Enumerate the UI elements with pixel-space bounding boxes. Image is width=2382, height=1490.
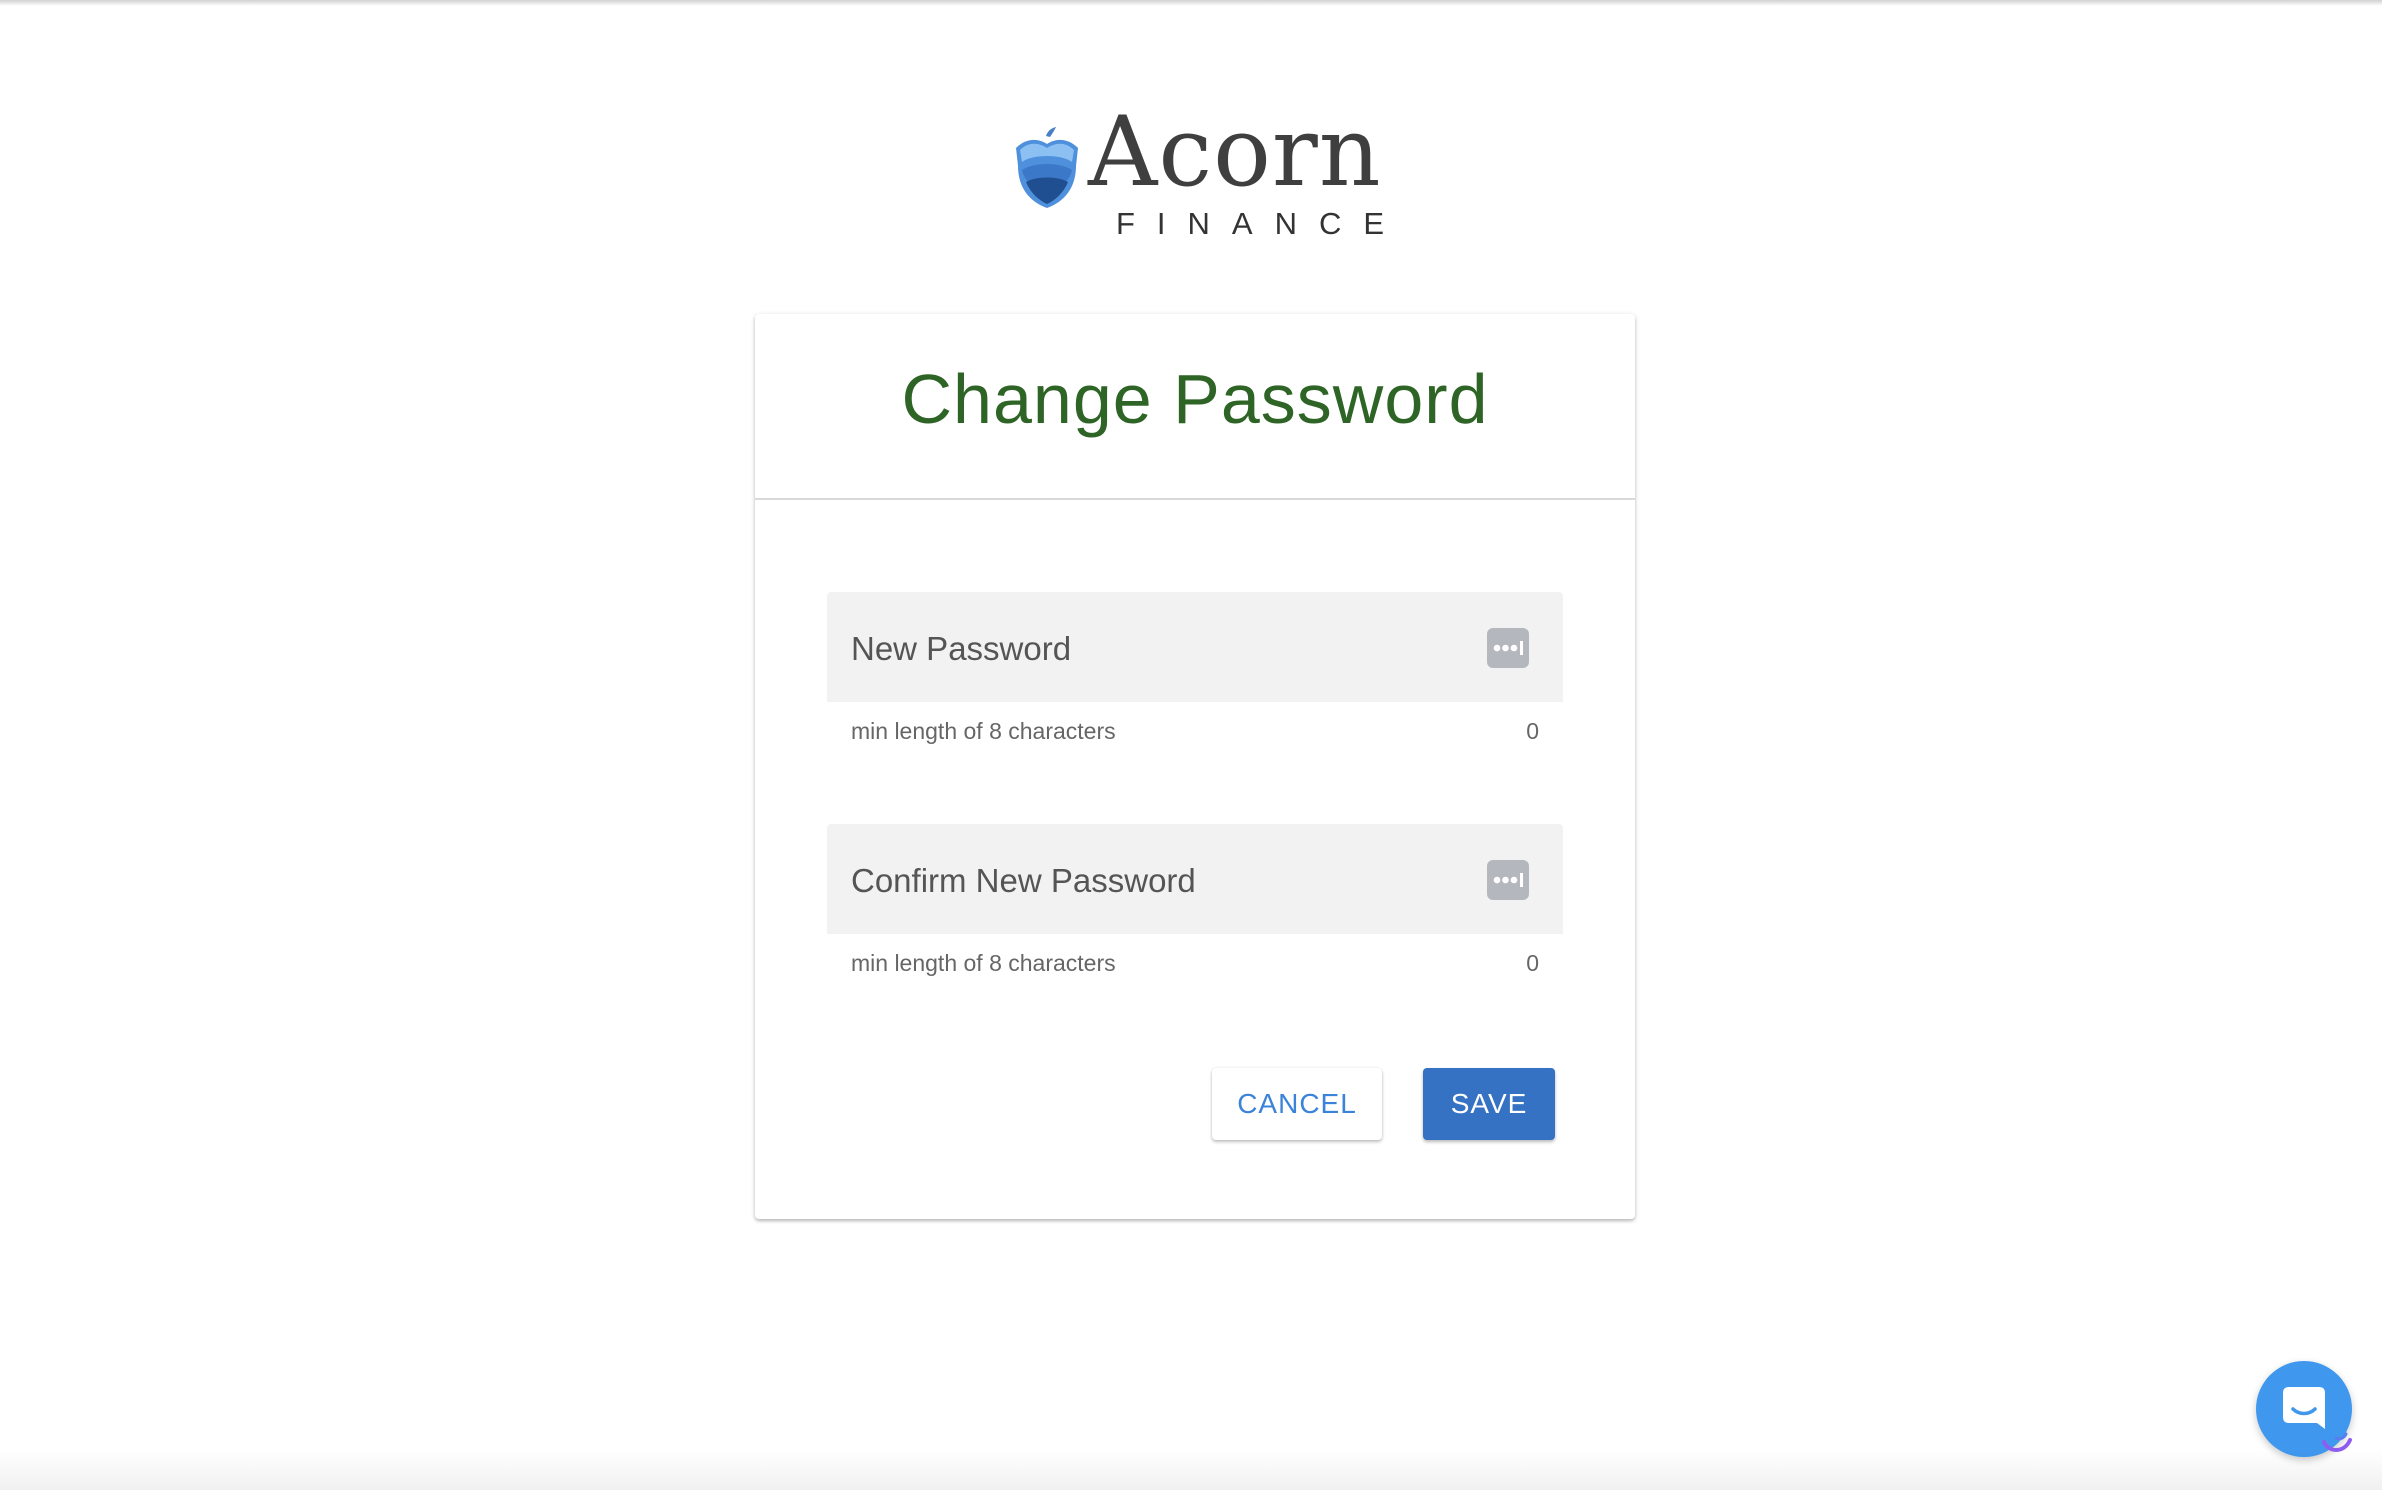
confirm-password-char-count: 0 (1526, 950, 1539, 976)
change-password-card: Change Password New Password min length … (755, 314, 1635, 1219)
new-password-hint: min length of 8 characters (851, 718, 1116, 744)
confirm-password-hint: min length of 8 characters (851, 950, 1116, 976)
page-title: Change Password (901, 360, 1489, 438)
logo-wordmark: Acorn (1088, 96, 1382, 208)
password-manager-icon[interactable] (1487, 628, 1529, 668)
cancel-button[interactable]: CANCEL (1212, 1068, 1382, 1140)
confirm-password-field[interactable]: Confirm New Password (827, 824, 1563, 934)
acorn-finance-logo: Acorn FINANCE (1012, 104, 1384, 242)
bottom-shade (0, 1450, 2382, 1490)
new-password-input[interactable] (827, 592, 1487, 702)
acorn-logo-icon (1016, 127, 1078, 208)
card-header: Change Password (755, 314, 1635, 500)
new-password-char-count: 0 (1526, 718, 1539, 744)
confirm-password-input[interactable] (827, 824, 1487, 934)
logo-subtitle: FINANCE (1116, 206, 1407, 241)
new-password-field[interactable]: New Password (827, 592, 1563, 702)
top-shadow (0, 0, 2382, 6)
save-button[interactable]: SAVE (1423, 1068, 1555, 1140)
password-manager-icon[interactable] (1487, 860, 1529, 900)
